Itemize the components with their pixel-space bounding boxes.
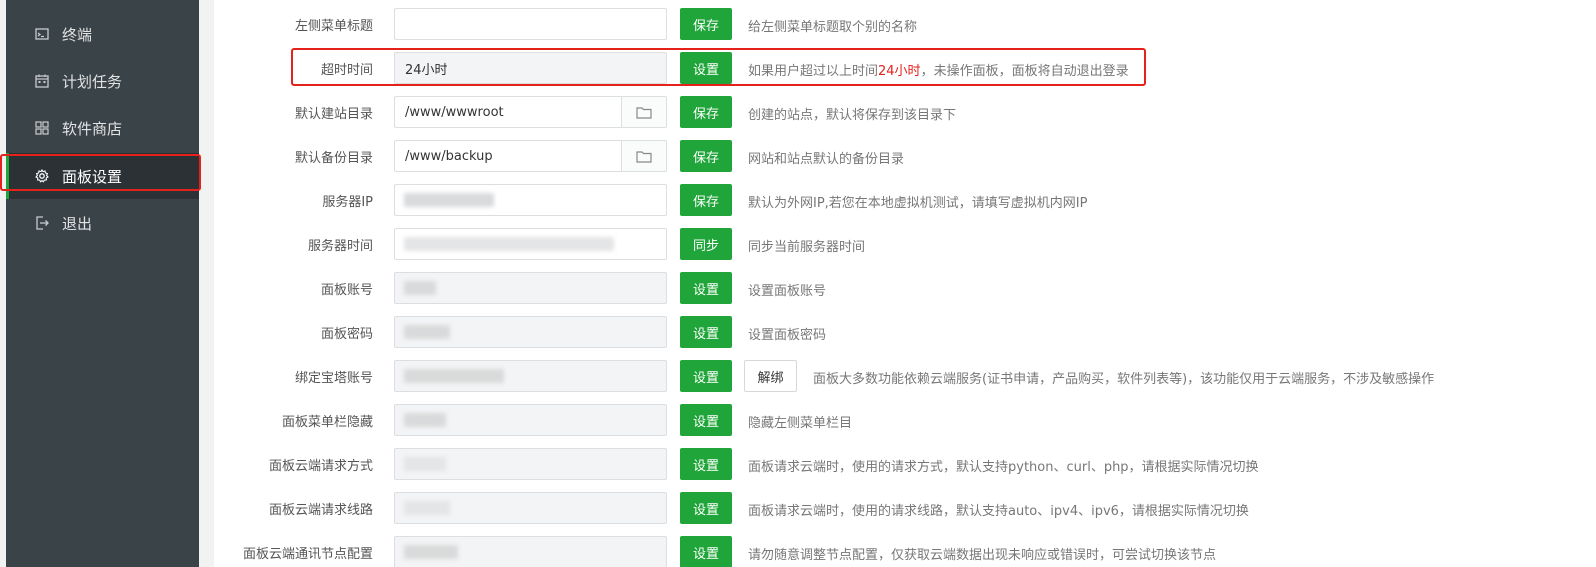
- save-button[interactable]: 保存: [680, 140, 732, 172]
- setting-label: 服务器IP: [322, 195, 373, 210]
- app-window: 终端 计划任务 软件商店 面板设置 退出 左侧菜单标题 保存 给左侧菜单标题取个…: [0, 0, 1596, 567]
- redacted-value: [404, 281, 436, 295]
- folder-icon: [636, 150, 652, 163]
- sidebar-item-panel-settings[interactable]: 面板设置: [6, 153, 199, 199]
- setting-row-server-time: 服务器时间 同步 同步当前服务器时间: [214, 228, 1596, 260]
- setting-tip: 隐藏左侧菜单栏目: [748, 416, 853, 431]
- setting-label: 面板账号: [320, 283, 373, 298]
- setting-tip: 给左侧菜单标题取个别的名称: [748, 20, 918, 35]
- settings-panel: 左侧菜单标题 保存 给左侧菜单标题取个别的名称 超时时间 设置 如果用户超过以上…: [214, 0, 1596, 567]
- sidebar-item-label: 软件商店: [62, 119, 123, 138]
- setting-label: 默认建站目录: [294, 107, 373, 122]
- sidebar-item-cron[interactable]: 计划任务: [6, 58, 199, 104]
- tip-highlight: 24小时: [878, 64, 921, 79]
- redacted-value: [404, 369, 504, 383]
- setting-row-bt-account: 绑定宝塔账号 设置 解绑 面板大多数功能依赖云端服务(证书申请，产品购买，软件列…: [214, 360, 1596, 392]
- setting-row-menu-title: 左侧菜单标题 保存 给左侧菜单标题取个别的名称: [214, 8, 1596, 40]
- sidebar-item-terminal[interactable]: 终端: [6, 11, 199, 57]
- setting-label: 面板菜单栏隐藏: [281, 415, 373, 430]
- tip-text: 如果用户超过以上时间: [748, 64, 879, 79]
- folder-icon: [636, 106, 652, 119]
- setting-row-site-dir: 默认建站目录 保存 创建的站点，默认将保存到该目录下: [214, 96, 1596, 128]
- setting-label: 面板云端通讯节点配置: [242, 547, 373, 562]
- save-button[interactable]: 保存: [680, 184, 732, 216]
- set-button[interactable]: 设置: [680, 316, 732, 348]
- set-button[interactable]: 设置: [680, 360, 732, 392]
- menu-title-input[interactable]: [394, 8, 667, 40]
- set-button[interactable]: 设置: [680, 404, 732, 436]
- terminal-icon: [35, 27, 49, 41]
- setting-tip: 面板请求云端时，使用的请求线路，默认支持auto、ipv4、ipv6，请根据实际…: [748, 504, 1249, 519]
- gear-icon: [35, 169, 49, 183]
- setting-tip: 设置面板密码: [748, 328, 827, 343]
- unbind-button[interactable]: 解绑: [744, 360, 797, 392]
- grid-icon: [35, 121, 49, 135]
- set-button[interactable]: 设置: [680, 448, 732, 480]
- redacted-value: [404, 457, 446, 471]
- redacted-value: [404, 325, 450, 339]
- set-button[interactable]: 设置: [680, 492, 732, 524]
- save-button[interactable]: 保存: [680, 8, 732, 40]
- calendar-icon: [35, 74, 49, 88]
- setting-row-menu-hide: 面板菜单栏隐藏 设置 隐藏左侧菜单栏目: [214, 404, 1596, 436]
- setting-label: 绑定宝塔账号: [294, 371, 373, 386]
- setting-label: 默认备份目录: [294, 151, 373, 166]
- redacted-value: [404, 501, 450, 515]
- sidebar-item-label: 计划任务: [62, 72, 123, 91]
- setting-row-cloud-node: 面板云端通讯节点配置 设置 请勿随意调整节点配置，仅获取云端数据出现未响应或错误…: [214, 536, 1596, 567]
- setting-row-cloud-line: 面板云端请求线路 设置 面板请求云端时，使用的请求线路，默认支持auto、ipv…: [214, 492, 1596, 524]
- setting-row-panel-password: 面板密码 设置 设置面板密码: [214, 316, 1596, 348]
- sync-button[interactable]: 同步: [680, 228, 732, 260]
- setting-tip: 网站和站点默认的备份目录: [748, 152, 905, 167]
- setting-label: 面板云端请求方式: [268, 459, 373, 474]
- setting-row-server-ip: 服务器IP 保存 默认为外网IP,若您在本地虚拟机测试，请填写虚拟机内网IP: [214, 184, 1596, 216]
- redacted-value: [404, 413, 446, 427]
- sidebar-item-logout[interactable]: 退出: [6, 200, 199, 246]
- logout-icon: [35, 216, 49, 230]
- setting-row-cloud-method: 面板云端请求方式 设置 面板请求云端时，使用的请求方式，默认支持python、c…: [214, 448, 1596, 480]
- setting-tip: 如果用户超过以上时间24小时，未操作面板，面板将自动退出登录: [748, 60, 1129, 79]
- setting-tip: 面板请求云端时，使用的请求方式，默认支持python、curl、php，请根据实…: [748, 460, 1259, 475]
- setting-tip: 默认为外网IP,若您在本地虚拟机测试，请填写虚拟机内网IP: [748, 196, 1088, 211]
- set-button[interactable]: 设置: [680, 272, 732, 304]
- site-dir-input[interactable]: [394, 96, 621, 128]
- redacted-value: [404, 545, 458, 559]
- timeout-input[interactable]: [394, 52, 667, 84]
- setting-label: 服务器时间: [307, 239, 373, 254]
- redacted-value: [404, 237, 614, 251]
- setting-row-backup-dir: 默认备份目录 保存 网站和站点默认的备份目录: [214, 140, 1596, 172]
- setting-tip: 创建的站点，默认将保存到该目录下: [748, 108, 957, 123]
- sidebar: 终端 计划任务 软件商店 面板设置 退出: [6, 0, 199, 567]
- redacted-value: [404, 193, 494, 207]
- setting-label: 面板密码: [320, 327, 373, 342]
- sidebar-item-store[interactable]: 软件商店: [6, 105, 199, 151]
- setting-tip: 面板大多数功能依赖云端服务(证书申请，产品购买，软件列表等)，该功能仅用于云端服…: [813, 372, 1435, 387]
- setting-label: 面板云端请求线路: [268, 503, 373, 518]
- setting-row-timeout: 超时时间 设置 如果用户超过以上时间24小时，未操作面板，面板将自动退出登录: [214, 52, 1596, 84]
- backup-dir-input[interactable]: [394, 140, 621, 172]
- setting-tip: 设置面板账号: [748, 284, 827, 299]
- folder-picker-button[interactable]: [621, 140, 667, 172]
- setting-tip: 同步当前服务器时间: [748, 240, 866, 255]
- sidebar-item-label: 退出: [62, 214, 93, 233]
- setting-label: 超时时间: [320, 63, 373, 78]
- save-button[interactable]: 保存: [680, 96, 732, 128]
- tip-text: ，未操作面板，面板将自动退出登录: [920, 64, 1129, 79]
- sidebar-item-label: 面板设置: [62, 167, 123, 186]
- setting-label: 左侧菜单标题: [294, 19, 373, 34]
- setting-row-panel-account: 面板账号 设置 设置面板账号: [214, 272, 1596, 304]
- set-button[interactable]: 设置: [680, 52, 732, 84]
- folder-picker-button[interactable]: [621, 96, 667, 128]
- set-button[interactable]: 设置: [680, 536, 732, 567]
- sidebar-item-label: 终端: [62, 25, 93, 44]
- setting-tip: 请勿随意调整节点配置，仅获取云端数据出现未响应或错误时，可尝试切换该节点: [748, 548, 1217, 563]
